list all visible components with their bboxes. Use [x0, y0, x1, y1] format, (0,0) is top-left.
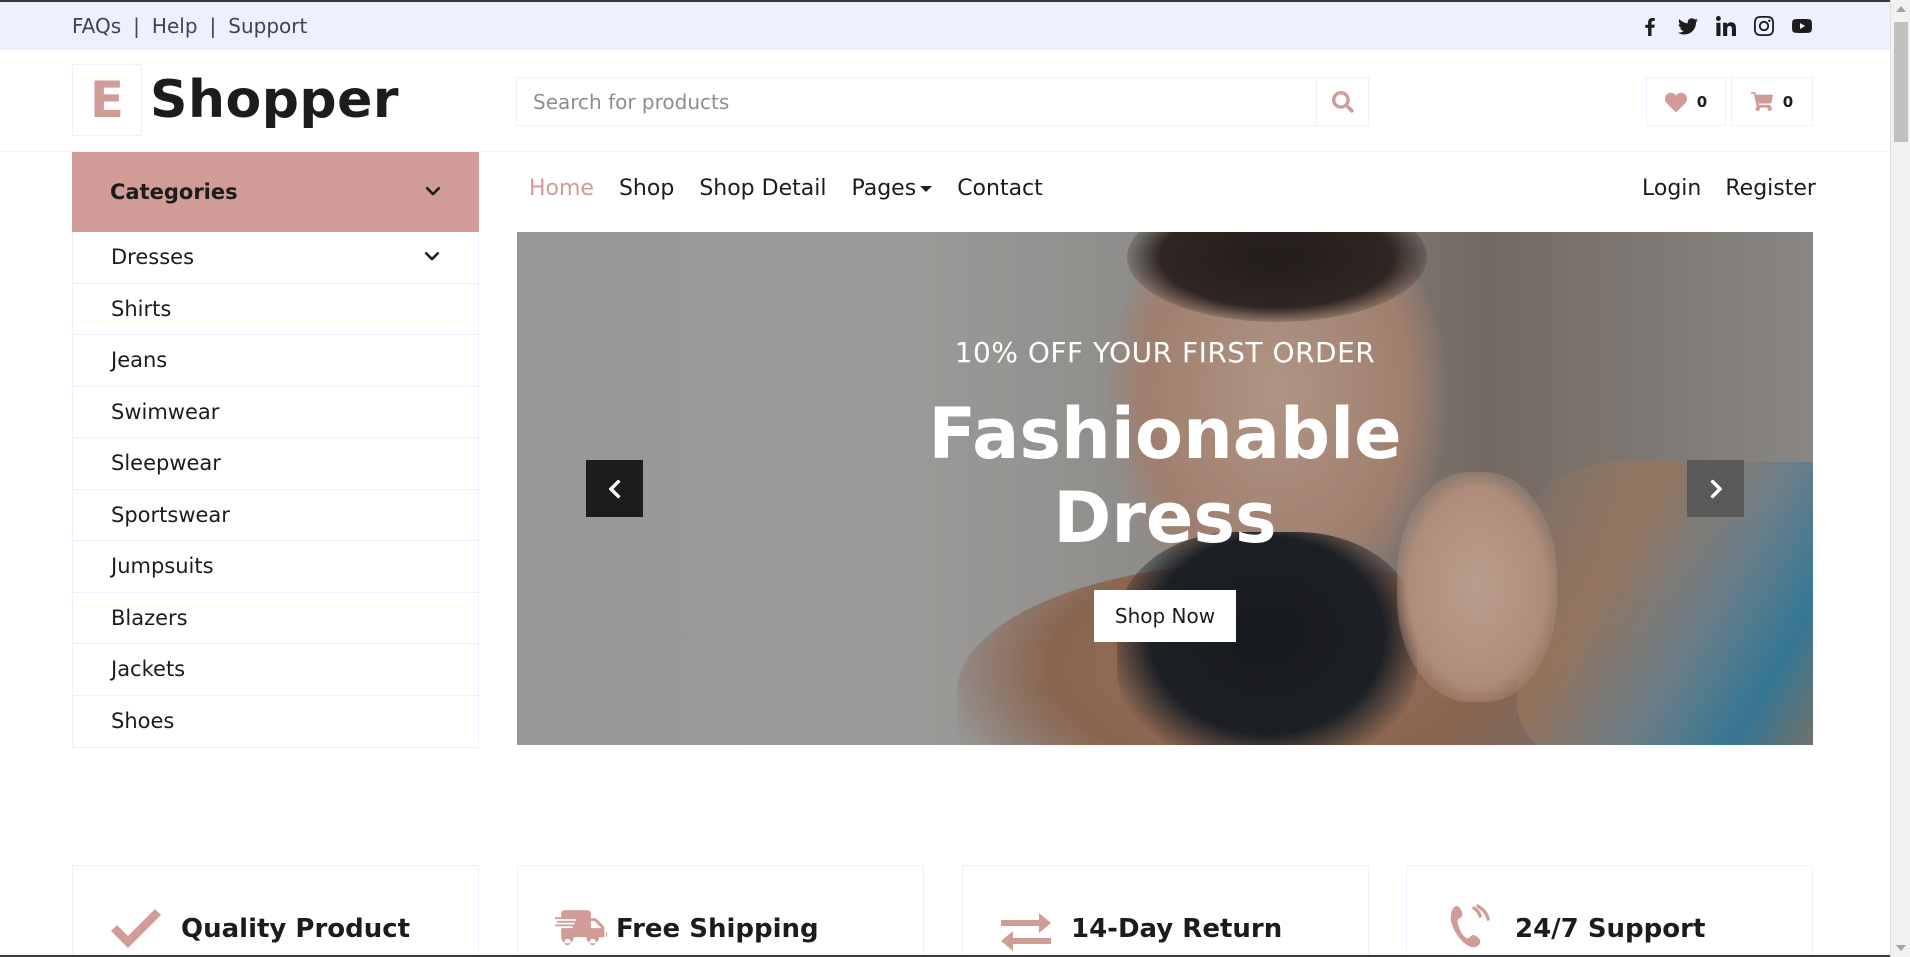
hero-title-line: Dress	[1053, 477, 1277, 559]
category-label: Jeans	[111, 348, 168, 373]
logo-text: Shopper	[150, 70, 400, 130]
chevron-down-icon	[424, 245, 440, 269]
nav-item-shop-detail[interactable]: Shop Detail	[699, 176, 826, 201]
search-bar	[516, 77, 1369, 126]
nav-pages-label: Pages	[851, 176, 917, 201]
exchange-icon	[1001, 913, 1051, 951]
topbar: FAQs | Help | Support	[0, 0, 1890, 50]
support-link[interactable]: Support	[228, 14, 307, 38]
shop-now-button[interactable]: Shop Now	[1094, 590, 1236, 642]
carousel-prev-button[interactable]	[586, 460, 643, 517]
wishlist-count: 0	[1696, 92, 1708, 111]
feature-shipping: Free Shipping	[517, 865, 924, 955]
feature-support: 24/7 Support	[1406, 865, 1813, 955]
nav-item-shop[interactable]: Shop	[619, 176, 674, 201]
category-label: Jumpsuits	[111, 554, 214, 579]
category-label: Shoes	[111, 709, 175, 734]
hero-title: Fashionable Dress	[517, 392, 1813, 560]
feature-return: 14-Day Return	[962, 865, 1369, 955]
search-icon	[1331, 90, 1354, 113]
topbar-links: FAQs | Help | Support	[72, 14, 307, 38]
feature-label: Quality Product	[181, 914, 411, 944]
auth-links: Login Register	[1642, 176, 1816, 201]
feature-label: Free Shipping	[616, 914, 819, 944]
cart-button[interactable]: 0	[1731, 77, 1813, 126]
login-link[interactable]: Login	[1642, 176, 1701, 201]
search-button[interactable]	[1316, 78, 1368, 125]
logo[interactable]: E Shopper	[72, 64, 399, 136]
heart-icon	[1664, 92, 1687, 112]
carousel-next-button[interactable]	[1687, 460, 1744, 517]
social-links	[1640, 16, 1812, 36]
feature-quality: Quality Product	[72, 865, 479, 955]
facebook-icon[interactable]	[1640, 16, 1660, 36]
linkedin-icon[interactable]	[1716, 16, 1736, 36]
category-item-jumpsuits[interactable]: Jumpsuits	[73, 541, 478, 593]
category-label: Dresses	[111, 245, 195, 270]
category-label: Blazers	[111, 605, 188, 630]
register-link[interactable]: Register	[1725, 176, 1816, 201]
separator: |	[209, 14, 217, 38]
scroll-up-arrow[interactable]	[1896, 6, 1906, 12]
hero-caption: 10% OFF YOUR FIRST ORDER Fashionable Dre…	[517, 232, 1813, 745]
nav-item-pages[interactable]: Pages	[851, 176, 933, 201]
hero-subtitle: 10% OFF YOUR FIRST ORDER	[954, 336, 1376, 369]
page: FAQs | Help | Support E Shopper Search f…	[0, 0, 1890, 955]
category-label: Shirts	[111, 296, 172, 321]
category-label: Swimwear	[111, 399, 220, 424]
cart-count: 0	[1782, 92, 1794, 111]
chevron-right-icon	[1710, 479, 1722, 498]
category-item-sportswear[interactable]: Sportswear	[73, 490, 478, 541]
instagram-icon[interactable]	[1754, 16, 1774, 36]
search-input[interactable]	[517, 78, 1316, 125]
features-row: Quality Product Free Shipping 14-Day Ret…	[72, 865, 1813, 955]
scroll-down-arrow[interactable]	[1896, 945, 1906, 951]
nav-item-home[interactable]: Home	[529, 176, 594, 201]
hero-title-line: Fashionable	[928, 393, 1402, 475]
category-item-blazers[interactable]: Blazers	[73, 593, 478, 644]
shipping-fast-icon	[554, 910, 608, 946]
category-item-sleepwear[interactable]: Sleepwear	[73, 438, 478, 490]
separator: |	[133, 14, 140, 38]
twitter-icon[interactable]	[1677, 16, 1698, 36]
help-link[interactable]: Help	[152, 14, 198, 38]
category-item-jackets[interactable]: Jackets	[73, 644, 478, 696]
feature-label: 24/7 Support	[1515, 914, 1706, 944]
main-nav: Home Shop Shop Detail Pages Contact	[529, 176, 1043, 201]
category-item-dresses[interactable]: Dresses	[73, 232, 478, 284]
caret-down-icon	[920, 185, 933, 192]
scroll-thumb[interactable]	[1894, 22, 1908, 142]
chevron-left-icon	[608, 479, 620, 498]
header: E Shopper 0 0	[0, 50, 1890, 152]
category-list: Dresses Shirts Jeans Swimwear Sleepwear …	[72, 232, 479, 748]
chevron-down-icon	[425, 180, 441, 204]
page-scrollbar[interactable]	[1890, 0, 1910, 957]
feature-label: 14-Day Return	[1071, 914, 1283, 944]
category-label: Jackets	[111, 657, 186, 682]
category-label: Sleepwear	[111, 451, 221, 476]
category-item-shoes[interactable]: Shoes	[73, 696, 478, 748]
logo-letter: E	[72, 64, 142, 136]
wishlist-button[interactable]: 0	[1646, 77, 1726, 126]
category-item-jeans[interactable]: Jeans	[73, 335, 478, 387]
youtube-icon[interactable]	[1792, 16, 1812, 36]
categories-toggle[interactable]: Categories	[72, 152, 479, 232]
category-label: Sportswear	[111, 502, 230, 527]
phone-volume-icon	[1450, 904, 1490, 948]
faqs-link[interactable]: FAQs	[72, 14, 121, 38]
hero-carousel: 10% OFF YOUR FIRST ORDER Fashionable Dre…	[517, 232, 1813, 745]
category-item-shirts[interactable]: Shirts	[73, 284, 478, 335]
category-item-swimwear[interactable]: Swimwear	[73, 387, 478, 438]
check-icon	[111, 909, 161, 948]
cart-icon	[1750, 91, 1773, 111]
nav-item-contact[interactable]: Contact	[957, 176, 1043, 201]
categories-title: Categories	[110, 180, 238, 204]
